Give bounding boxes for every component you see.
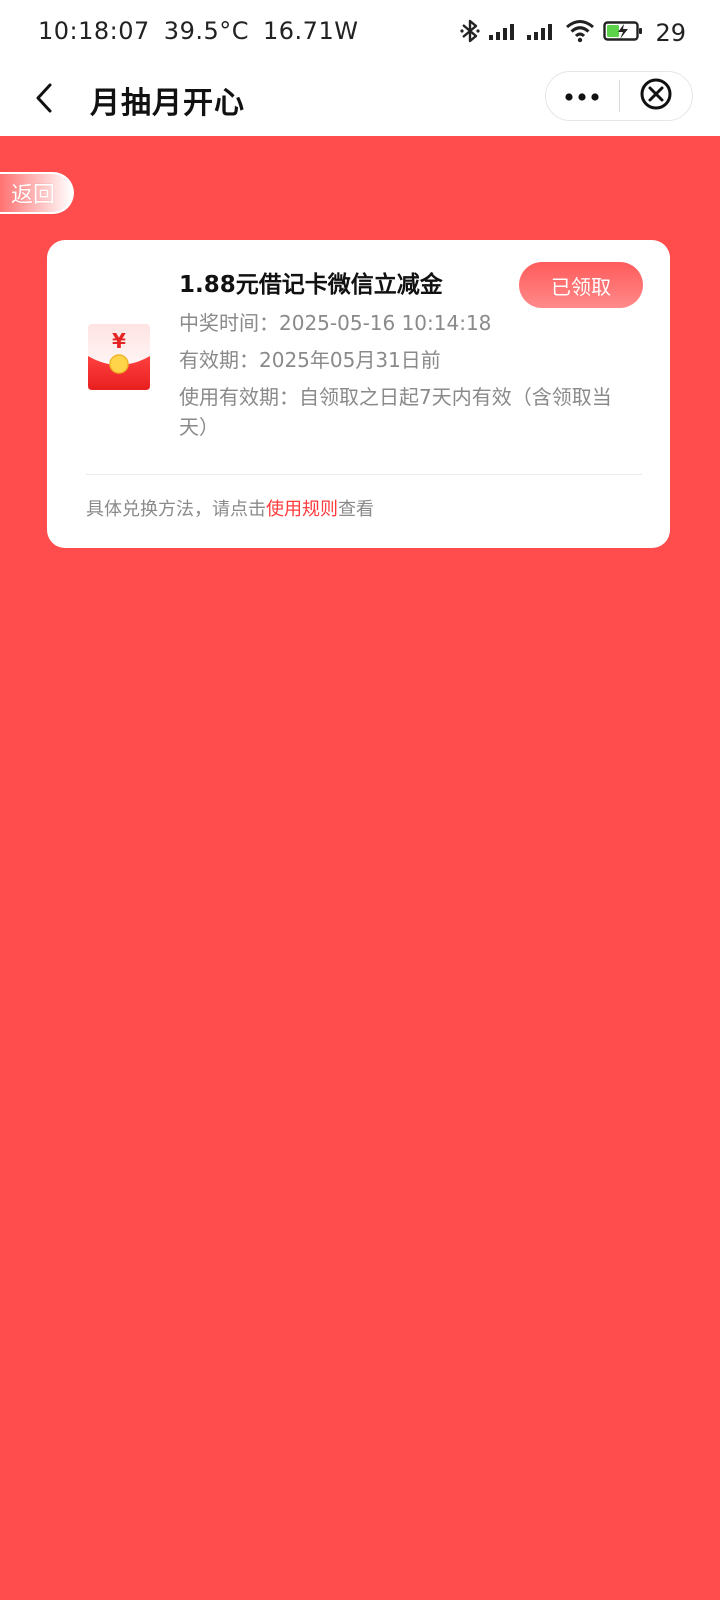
status-bar: 10:18:07 39.5°C 16.71W 29 (0, 0, 720, 66)
status-power: 16.71W (263, 17, 359, 45)
more-button[interactable] (546, 72, 619, 120)
wifi-icon (565, 19, 595, 47)
battery-charging-icon (603, 20, 645, 46)
more-dots-icon (565, 87, 599, 106)
status-left: 10:18:07 39.5°C 16.71W (38, 17, 372, 45)
claimed-button[interactable]: 已领取 (519, 262, 643, 308)
status-time: 10:18:07 (38, 17, 150, 45)
usage-rules-link[interactable]: 使用规则 (266, 499, 338, 520)
chevron-left-icon (33, 82, 55, 118)
close-circle-icon (639, 77, 673, 115)
status-temperature: 39.5°C (163, 17, 249, 45)
battery-level: 29 (655, 19, 686, 47)
envelope-symbol: ¥ (112, 329, 126, 353)
usage-validity: 使用有效期：自领取之日起7天内有效（含领取当天） (179, 385, 612, 439)
signal-icon (527, 21, 557, 45)
bluetooth-icon (459, 18, 481, 48)
top-bar: 10:18:07 39.5°C 16.71W 29 月抽月开心 (0, 0, 720, 136)
nav-bar: 月抽月开心 (0, 66, 720, 136)
page-title: 月抽月开心 (90, 86, 245, 121)
prize-card: ¥ 1.88元借记卡微信立减金 已领取 中奖时间：2025-05-16 10:1… (47, 240, 670, 548)
red-envelope-icon: ¥ (86, 322, 152, 392)
prize-title: 1.88元借记卡微信立减金 (179, 272, 443, 298)
return-button[interactable]: 返回 (0, 172, 74, 214)
signal-icon (489, 21, 519, 45)
status-right: 29 (459, 16, 686, 50)
validity-date: 有效期：2025年05月31日前 (179, 348, 441, 372)
footer-suffix: 查看 (338, 499, 374, 520)
nav-back-button[interactable] (22, 78, 66, 122)
card-footer: 具体兑换方法，请点击使用规则查看 (86, 495, 374, 521)
mini-program-capsule (545, 71, 693, 121)
close-button[interactable] (620, 72, 693, 120)
win-time: 中奖时间：2025-05-16 10:14:18 (179, 311, 492, 335)
return-button-label: 返回 (10, 183, 55, 208)
footer-prefix: 具体兑换方法，请点击 (86, 499, 266, 520)
card-divider (86, 474, 642, 475)
